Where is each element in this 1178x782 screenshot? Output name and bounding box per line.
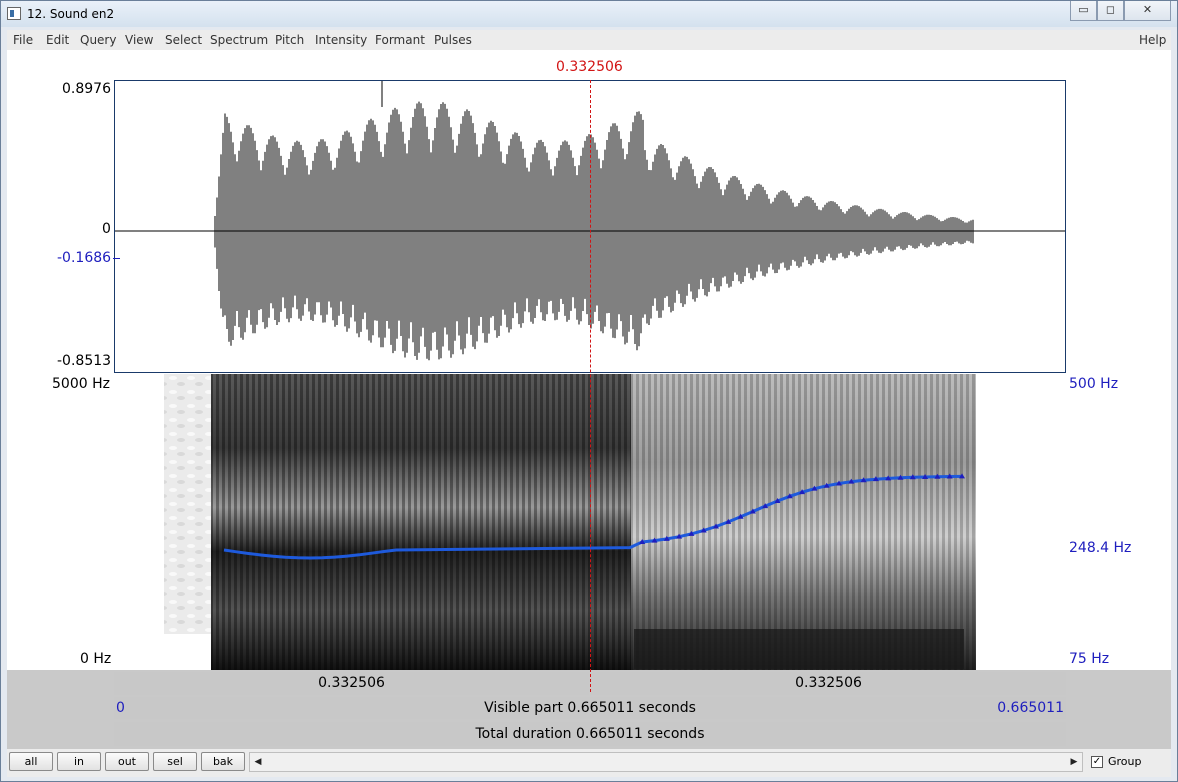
wave-min-label: -0.8513 <box>57 353 112 369</box>
minimize-button[interactable]: ▭ <box>1070 1 1097 21</box>
pitch-top-label: 500 Hz <box>1069 376 1119 392</box>
cursor-time-label: 0.332506 <box>556 59 623 75</box>
spectrogram-vowel-harmonics <box>631 374 976 670</box>
menu-view[interactable]: View <box>125 33 153 47</box>
spectrogram-noise-onset <box>164 374 212 634</box>
zoom-all-button[interactable]: all <box>9 752 53 771</box>
zoom-out-button[interactable]: out <box>105 752 149 771</box>
pitch-bottom-label: 75 Hz <box>1069 651 1110 667</box>
close-button[interactable]: ✕ <box>1124 1 1171 21</box>
zoom-back-button[interactable]: bak <box>201 752 245 771</box>
menu-bar: File Edit Query View Select Spectrum Pit… <box>7 30 1171 50</box>
cursor-line <box>590 80 591 692</box>
sound-editor-window: 12. Sound en2 ▭ ◻ ✕ File Edit Query View… <box>0 0 1178 782</box>
scroll-right-arrow-icon[interactable]: ▶ <box>1066 753 1082 771</box>
zoom-in-button[interactable]: in <box>57 752 101 771</box>
title-bar[interactable]: 12. Sound en2 ▭ ◻ ✕ <box>1 1 1177 27</box>
time-segment-right[interactable]: 0.332506 <box>591 672 1066 695</box>
total-duration-bar[interactable]: Total duration 0.665011 seconds <box>114 722 1066 746</box>
maximize-button[interactable]: ◻ <box>1097 1 1124 21</box>
group-label: Group <box>1108 755 1142 768</box>
menu-help[interactable]: Help <box>1139 33 1166 47</box>
horizontal-scrollbar[interactable]: ◀ ▶ <box>249 752 1083 772</box>
visible-end-label: 0.665011 <box>997 700 1064 716</box>
app-icon <box>7 7 21 20</box>
menu-pitch[interactable]: Pitch <box>275 33 304 47</box>
menu-spectrum[interactable]: Spectrum <box>210 33 268 47</box>
menu-select[interactable]: Select <box>165 33 202 47</box>
spec-bottom-freq-label: 0 Hz <box>80 651 112 667</box>
menu-edit[interactable]: Edit <box>46 33 69 47</box>
menu-pulses[interactable]: Pulses <box>434 33 472 47</box>
zoom-selection-button[interactable]: sel <box>153 752 197 771</box>
pitch-value-label: 248.4 Hz <box>1069 540 1132 556</box>
spectrogram-low-band <box>634 629 964 669</box>
visible-part-label: Visible part 0.665011 seconds <box>484 700 696 716</box>
time-segment-left[interactable]: 0.332506 <box>114 672 589 695</box>
wave-cursor-value-label: -0.1686 <box>57 250 112 266</box>
spec-top-freq-label: 5000 Hz <box>52 376 110 392</box>
wave-max-label: 0.8976 <box>62 81 111 97</box>
visible-start-label: 0 <box>116 700 125 716</box>
scroll-left-arrow-icon[interactable]: ◀ <box>250 753 266 771</box>
menu-formant[interactable]: Formant <box>375 33 425 47</box>
wave-zero-label: 0 <box>102 221 111 237</box>
spectrogram-harmonics <box>211 374 631 670</box>
window-title: 12. Sound en2 <box>27 7 115 21</box>
menu-file[interactable]: File <box>13 33 33 47</box>
menu-query[interactable]: Query <box>80 33 116 47</box>
menu-intensity[interactable]: Intensity <box>315 33 367 47</box>
visible-part-bar[interactable]: 0 Visible part 0.665011 seconds 0.665011 <box>114 697 1066 719</box>
wave-value-tick <box>113 258 120 259</box>
group-checkbox[interactable]: ✓ <box>1091 756 1103 768</box>
